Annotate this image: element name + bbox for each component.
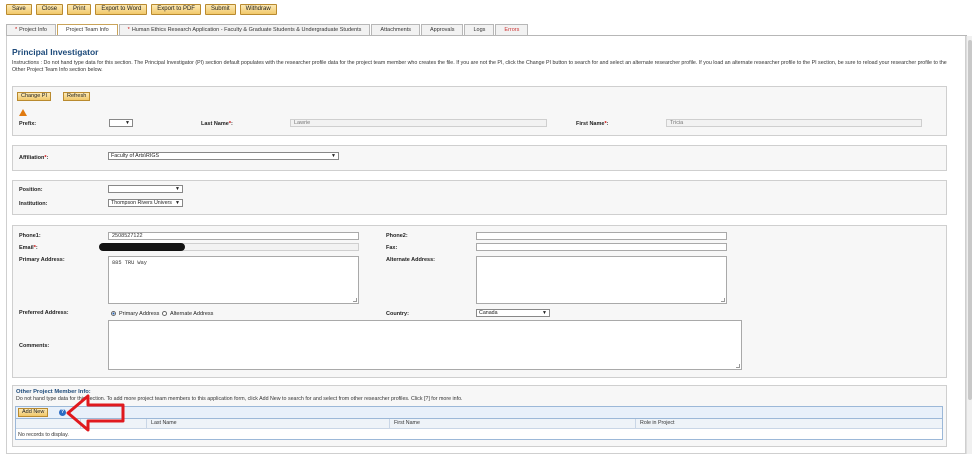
export-to-pdf-button[interactable]: Export to PDF [151, 4, 201, 15]
alternate-address-textarea[interactable] [476, 256, 727, 304]
fax-field[interactable] [476, 243, 727, 251]
grid-header-first-name[interactable]: First Name [389, 419, 635, 429]
tab-label: Human Ethics Research Application - Facu… [131, 27, 362, 33]
last-name-field[interactable]: Lawrie [290, 119, 547, 127]
grid-header-role[interactable]: Role in Project [635, 419, 943, 429]
chevron-down-icon: ▼ [331, 153, 336, 159]
export-to-word-button[interactable]: Export to Word [95, 4, 148, 15]
alternate-address-radio-label[interactable]: Alternate Address [170, 311, 213, 317]
tab-label: Logs [473, 27, 486, 33]
submit-button[interactable]: Submit [204, 4, 236, 15]
tab-label: Project Team Info [65, 27, 109, 33]
preferred-address-label: Preferred Address: [19, 310, 69, 316]
tab-label: Errors [504, 27, 520, 33]
redacted-email [99, 243, 185, 251]
primary-address-radio[interactable] [111, 311, 116, 316]
country-value: Canada [479, 310, 498, 316]
tab-label: Project Info [19, 27, 47, 33]
resize-grip-icon[interactable] [721, 298, 725, 302]
prefix-label: Prefix: [19, 121, 37, 127]
tab-label: Approvals [430, 27, 455, 33]
withdraw-button[interactable]: Withdraw [239, 4, 277, 15]
close-button[interactable]: Close [35, 4, 64, 15]
save-button[interactable]: Save [6, 4, 32, 15]
institution-select[interactable]: Thompson Rivers Univers ▼ [108, 199, 183, 207]
resize-grip-icon[interactable] [353, 298, 357, 302]
page-title: Principal Investigator [12, 47, 99, 57]
position-select[interactable]: ▼ [108, 185, 183, 193]
toolbar: Save Close Print Export to Word Export t… [6, 4, 277, 17]
primary-address-radio-label[interactable]: Primary Address [119, 311, 159, 317]
chevron-down-icon: ▼ [175, 200, 180, 206]
change-pi-button[interactable]: Change PI [17, 92, 51, 101]
country-select[interactable]: Canada ▼ [476, 309, 550, 317]
grid-header-last-name[interactable]: Last Name [146, 419, 389, 429]
position-label: Position: [19, 187, 43, 193]
email-label: Email*: [19, 245, 38, 251]
affiliation-value: Faculty of Arts\RIGS [111, 153, 159, 159]
pi-name-panel [12, 86, 947, 136]
prefix-select[interactable]: ▼ [109, 119, 133, 127]
chevron-down-icon: ▼ [175, 186, 180, 192]
tab-label: Attachments [380, 27, 411, 33]
help-icon[interactable]: ? [59, 409, 66, 416]
scrollbar-thumb[interactable] [968, 40, 972, 400]
vertical-scrollbar[interactable] [966, 36, 972, 454]
chevron-down-icon: ▼ [125, 120, 130, 126]
phone1-field[interactable]: 2508527122 [108, 232, 359, 240]
print-button[interactable]: Print [67, 4, 92, 15]
grid-header-row: Last Name First Name Role in Project [16, 419, 942, 429]
alternate-address-label: Alternate Address: [386, 257, 436, 263]
warning-icon [19, 109, 27, 116]
team-members-grid: Add New ? Last Name First Name Role in P… [15, 406, 943, 440]
primary-address-label: Primary Address: [19, 257, 65, 263]
required-mark: * [127, 27, 130, 33]
last-name-label: Last Name*: [201, 121, 233, 127]
comments-label: Comments: [19, 343, 50, 349]
fax-label: Fax: [386, 245, 398, 251]
primary-address-textarea[interactable]: 885 TRU Way [108, 256, 359, 304]
first-name-field[interactable]: Tricia [666, 119, 922, 127]
resize-grip-icon[interactable] [736, 364, 740, 368]
required-mark: * [15, 27, 18, 33]
affiliation-select[interactable]: Faculty of Arts\RIGS ▼ [108, 152, 339, 160]
grid-command-bar: Add New ? [16, 407, 942, 419]
add-new-button[interactable]: Add New [18, 408, 49, 417]
comments-textarea[interactable] [108, 320, 742, 370]
instructions-text: Instructions : Do not hand type data for… [12, 60, 947, 73]
affiliation-label: Affiliation*: [19, 155, 49, 161]
country-label: Country: [386, 311, 409, 317]
no-records-text: No records to display. [18, 432, 69, 438]
phone2-field[interactable] [476, 232, 727, 240]
phone1-label: Phone1: [19, 233, 41, 239]
refresh-button[interactable]: Refresh [63, 92, 91, 101]
first-name-label: First Name*: [576, 121, 609, 127]
phone2-label: Phone2: [386, 233, 408, 239]
institution-value: Thompson Rivers Univers [111, 200, 172, 206]
red-arrow-annotation [66, 394, 125, 432]
chevron-down-icon: ▼ [542, 310, 547, 316]
alternate-address-radio[interactable] [162, 311, 167, 316]
institution-label: Institution: [19, 201, 48, 207]
